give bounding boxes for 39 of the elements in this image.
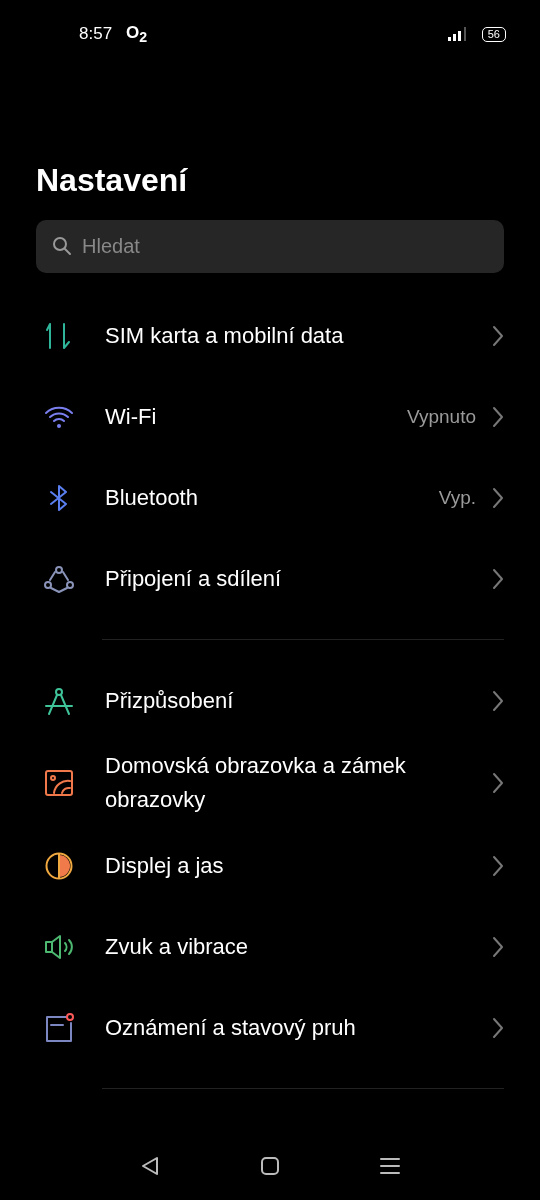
page-title: Nastavení [36,161,189,200]
wallpaper-icon [44,769,74,797]
notification-panel-icon [43,1012,75,1043]
settings-item[interactable]: SIM karta a mobilní data [0,295,540,376]
carrier-name: O$_{2}$ [126,22,148,46]
chevron-right-icon [492,567,504,590]
back-icon[interactable] [140,1156,160,1176]
compass-drawing-icon [44,685,74,716]
status-time: 8:57 [79,24,113,44]
speaker-icon [43,932,75,961]
brightness-icon [44,850,74,881]
settings-item[interactable]: Přizpůsobení [0,660,540,741]
settings-item[interactable]: Bluetooth Vyp. [0,457,540,538]
search-field[interactable]: Hledat [36,220,504,273]
menu-icon[interactable] [380,1156,400,1176]
bluetooth-icon [48,483,70,512]
chevron-right-icon [492,854,504,877]
chevron-right-icon [492,324,504,347]
chevron-right-icon [492,689,504,712]
settings-item[interactable]: Domovská obrazovka a zámek obrazovky [0,741,540,825]
settings-item[interactable]: Oznámení a stavový pruh [0,987,540,1068]
signal-icon [447,27,468,41]
settings-item[interactable]: Připojení a sdílení [0,538,540,619]
chevron-right-icon [492,486,504,509]
battery-level: 56 [481,26,506,42]
wifi-icon [44,404,74,429]
settings-item[interactable]: Displej a jas [0,825,540,906]
settings-item[interactable]: Wi-Fi Vypnuto [0,376,540,457]
chevron-right-icon [492,772,504,794]
settings-item[interactable]: Zvuk a vibrace [0,906,540,987]
chevron-right-icon [492,935,504,958]
connection-nodes-icon [43,564,75,593]
home-icon[interactable] [260,1156,280,1176]
chevron-right-icon [492,405,504,428]
data-arrows-icon [46,321,72,350]
chevron-right-icon [492,1016,504,1039]
item-status: Vypnuto [407,405,476,428]
item-status: Vyp. [438,486,476,509]
search-icon [52,236,72,256]
